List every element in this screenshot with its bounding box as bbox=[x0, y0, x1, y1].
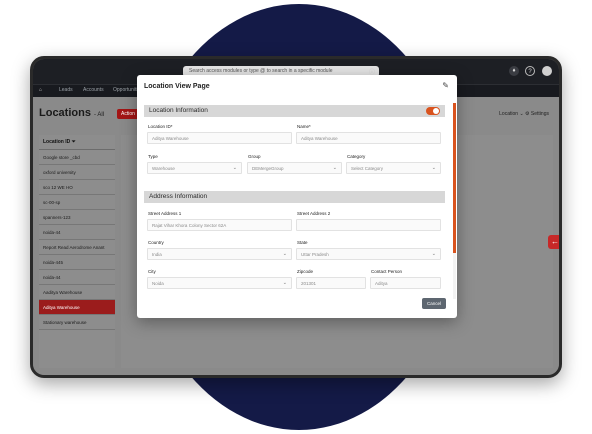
location-id-label: Location ID* bbox=[148, 124, 173, 129]
contact-person-field[interactable]: Aditya bbox=[370, 277, 441, 289]
avatar[interactable] bbox=[542, 66, 552, 76]
list-item[interactable]: Google store _cbd bbox=[39, 150, 115, 165]
street2-field[interactable] bbox=[296, 219, 441, 231]
street1-field[interactable]: Rajat Vihar Khora Colony Sector 62A bbox=[147, 219, 292, 231]
notification-icon[interactable]: ♦ bbox=[509, 66, 519, 76]
state-value: Uttar Pradesh bbox=[301, 252, 329, 257]
list-item-selected[interactable]: Aditya Warehouse bbox=[39, 300, 115, 315]
help-icon[interactable]: ? bbox=[525, 66, 535, 76]
list-header-label: Location ID bbox=[43, 139, 71, 145]
filter-icon[interactable]: ⏷ bbox=[72, 139, 76, 145]
home-icon[interactable]: ⌂ bbox=[39, 87, 42, 93]
country-select[interactable]: India ⌄ bbox=[147, 248, 292, 260]
section-location-information: Location Information bbox=[144, 105, 445, 117]
section-title: Address Information bbox=[149, 193, 208, 200]
category-select[interactable]: Select Category ⌄ bbox=[346, 162, 441, 174]
location-list: Location ID ⏷ Google store _cbd oxford u… bbox=[39, 135, 115, 368]
zipcode-field[interactable]: 201301 bbox=[296, 277, 366, 289]
nav-item-leads[interactable]: Leads bbox=[59, 87, 73, 93]
type-value: Warehouse bbox=[152, 166, 175, 171]
country-label: Country bbox=[148, 240, 164, 245]
list-item[interactable]: noida-44 bbox=[39, 225, 115, 240]
list-item[interactable]: noida-44 bbox=[39, 270, 115, 285]
country-value: India bbox=[152, 252, 162, 257]
settings-button[interactable]: Settings bbox=[531, 111, 549, 117]
collapse-panel-button[interactable]: ← bbox=[548, 235, 559, 249]
street1-label: Street Address 1 bbox=[148, 211, 182, 216]
type-select[interactable]: Warehouse ⌄ bbox=[147, 162, 242, 174]
zipcode-label: Zipcode bbox=[297, 269, 314, 274]
name-label: Name* bbox=[297, 124, 311, 129]
modal-title: Location View Page bbox=[144, 83, 210, 90]
group-value: DEMergeGroup bbox=[252, 166, 284, 171]
scrollbar-thumb[interactable] bbox=[453, 103, 456, 253]
filter-select[interactable]: - All bbox=[94, 112, 104, 118]
list-item[interactable]: noida-445 bbox=[39, 255, 115, 270]
gear-icon: ⚙ bbox=[525, 111, 530, 117]
type-label: Type bbox=[148, 154, 158, 159]
page-title: Locations - All bbox=[39, 107, 104, 119]
list-item[interactable]: sc-00-sp bbox=[39, 195, 115, 210]
section-title: Location Information bbox=[149, 107, 208, 114]
group-select[interactable]: DEMergeGroup ⌄ bbox=[247, 162, 342, 174]
list-item[interactable]: Report Read Aerodrome Anant bbox=[39, 240, 115, 255]
stage: Search access modules or type @ to searc… bbox=[0, 0, 592, 434]
list-item[interactable]: Aaditya Warehouse bbox=[39, 285, 115, 300]
category-label: Category bbox=[347, 154, 366, 159]
status-toggle[interactable] bbox=[426, 107, 440, 115]
section-address-information: Address Information bbox=[144, 191, 445, 203]
chevron-down-icon: ⌄ bbox=[282, 280, 287, 286]
right-tools: Location ⌄ ⚙ Settings bbox=[499, 111, 549, 117]
location-view-modal: Location View Page ✎ Location Informatio… bbox=[137, 75, 457, 318]
chevron-down-icon: ⌄ bbox=[232, 165, 237, 171]
chevron-down-icon: ⌄ bbox=[282, 251, 287, 257]
chevron-down-icon: ⌄ bbox=[431, 165, 436, 171]
cancel-button[interactable]: Cancel bbox=[422, 298, 446, 309]
category-value: Select Category bbox=[351, 166, 384, 171]
street2-label: Street Address 2 bbox=[297, 211, 331, 216]
list-item[interactable]: Stationary warehouse bbox=[39, 315, 115, 330]
list-item[interactable]: sco 12 WE HO bbox=[39, 180, 115, 195]
city-select[interactable]: Noida ⌄ bbox=[147, 277, 292, 289]
location-id-field[interactable]: Aditya Warehouse bbox=[147, 132, 292, 144]
name-field[interactable]: Aditya Warehouse bbox=[296, 132, 441, 144]
list-item[interactable]: oxford university bbox=[39, 165, 115, 180]
list-item[interactable]: spanners-123 bbox=[39, 210, 115, 225]
list-header[interactable]: Location ID ⏷ bbox=[39, 135, 115, 150]
action-button[interactable]: Action bbox=[117, 109, 139, 119]
edit-icon[interactable]: ✎ bbox=[442, 81, 449, 90]
contact-person-label: Contact Person bbox=[371, 269, 403, 274]
group-label: Group bbox=[248, 154, 261, 159]
chevron-down-icon: ⌄ bbox=[332, 165, 337, 171]
nav-item-accounts[interactable]: Accounts bbox=[83, 87, 104, 93]
view-select[interactable]: Location bbox=[499, 111, 518, 117]
chevron-down-icon: ⌄ bbox=[431, 251, 436, 257]
page-title-text: Locations bbox=[39, 107, 91, 119]
state-select[interactable]: Uttar Pradesh ⌄ bbox=[296, 248, 441, 260]
city-value: Noida bbox=[152, 281, 164, 286]
city-label: City bbox=[148, 269, 156, 274]
state-label: State bbox=[297, 240, 308, 245]
